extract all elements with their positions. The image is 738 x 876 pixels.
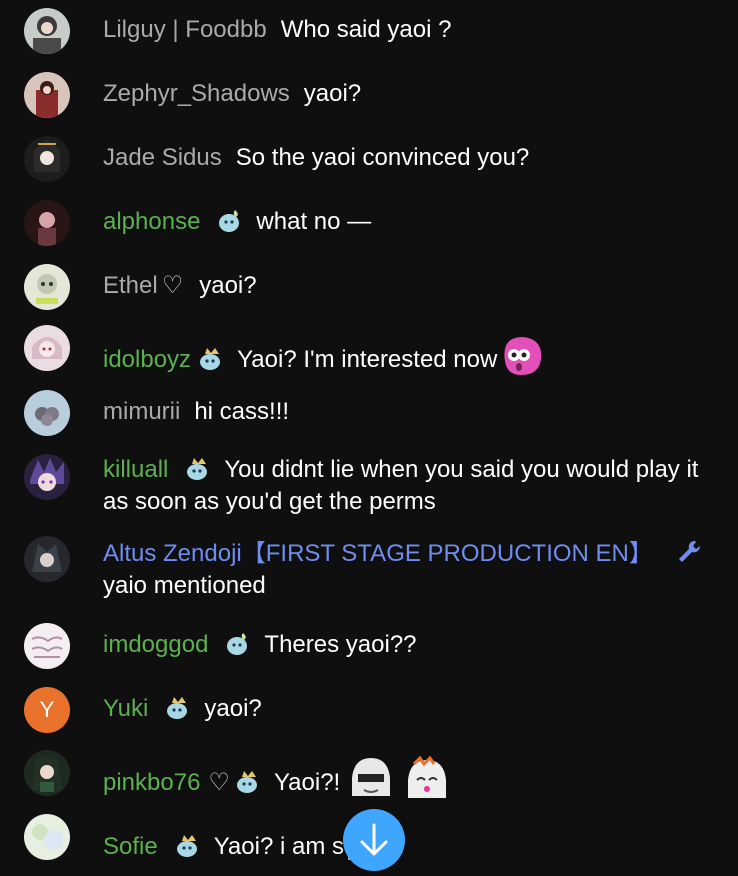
chat-message: Ethel ♡ yaoi? — [0, 264, 738, 310]
heart-icon: ♡ — [208, 769, 230, 796]
chat-list: Lilguy | Foodbb Who said yaoi ? Zephyr_Sh… — [0, 0, 738, 876]
member-badge-icon — [197, 344, 225, 372]
avatar[interactable] — [24, 325, 70, 371]
avatar-letter: Y — [39, 697, 55, 722]
message-text: yaoi? — [199, 272, 257, 299]
chat-message: mimurii hi cass!!! — [0, 390, 738, 436]
chat-message: killuall You didnt lie when you said you … — [0, 454, 738, 518]
wrench-icon — [675, 538, 703, 566]
avatar[interactable] — [24, 814, 70, 860]
chat-message: Zephyr_Shadows yaoi? — [0, 72, 738, 118]
avatar[interactable] — [24, 390, 70, 436]
author-name[interactable]: Jade Sidus — [103, 144, 222, 171]
chat-message: pinkbo76 ♡ Yaoi?! — [0, 750, 738, 798]
chat-message: alphonse what no — — [0, 200, 738, 246]
avatar[interactable] — [24, 623, 70, 669]
pink-blob-emote — [497, 331, 545, 388]
author-name[interactable]: imdoggod — [103, 631, 208, 658]
message-text: what no — — [256, 208, 372, 235]
avatar[interactable] — [24, 72, 70, 118]
chat-message: Altus Zendoji【FIRST STAGE PRODUCTION EN】… — [0, 536, 738, 606]
author-name[interactable]: killuall — [103, 456, 168, 483]
avatar[interactable] — [24, 8, 70, 54]
heart-icon: ♡ — [161, 272, 184, 299]
chat-message: idolboyz Yaoi? I'm interested now — [0, 325, 738, 375]
message-text: Yaoi? I'm interested now — [237, 346, 498, 373]
anime-face-emote — [404, 755, 450, 811]
message-text: Yaoi? i am s — [213, 833, 344, 860]
avatar[interactable] — [24, 536, 70, 582]
author-name[interactable]: Lilguy | Foodbb — [103, 16, 267, 43]
member-badge-icon — [234, 767, 262, 795]
author-name[interactable]: alphonse — [103, 208, 200, 235]
avatar[interactable] — [24, 264, 70, 310]
chat-message: imdoggod Theres yaoi?? — [0, 623, 738, 669]
author-name[interactable]: Sofie — [103, 833, 158, 860]
anime-face-emote — [348, 756, 394, 811]
avatar[interactable] — [24, 454, 70, 500]
message-text: Who said yaoi ? — [280, 16, 452, 43]
arrow-down-icon — [360, 823, 388, 856]
message-text: So the yaoi convinced you? — [235, 144, 530, 171]
member-badge-icon — [174, 831, 202, 859]
chat-message: Jade Sidus So the yaoi convinced you? — [0, 136, 738, 182]
member-badge-icon — [184, 454, 212, 482]
author-name[interactable]: Ethel — [103, 272, 158, 299]
scroll-to-bottom-button[interactable] — [343, 809, 405, 871]
author-name[interactable]: Yuki — [103, 695, 148, 722]
author-name[interactable]: pinkbo76 — [103, 769, 200, 796]
author-name[interactable]: Zephyr_Shadows — [103, 80, 290, 107]
avatar[interactable]: Y — [24, 687, 70, 733]
avatar[interactable] — [24, 200, 70, 246]
member-badge-icon — [224, 629, 252, 657]
author-name[interactable]: mimurii — [103, 398, 180, 425]
message-text: yaoi? — [204, 695, 262, 722]
message-text: Theres yaoi?? — [264, 631, 417, 658]
message-text: hi cass!!! — [194, 398, 290, 425]
author-name[interactable]: idolboyz — [103, 346, 191, 373]
member-badge-icon — [164, 693, 192, 721]
author-name[interactable]: Altus Zendoji【FIRST STAGE PRODUCTION EN】 — [103, 540, 653, 567]
chat-message: Y Yuki yaoi? — [0, 687, 738, 733]
message-text: yaoi? — [303, 80, 362, 107]
member-badge-icon — [216, 206, 244, 234]
chat-message: Lilguy | Foodbb Who said yaoi ? — [0, 8, 738, 54]
message-text: yaio mentioned — [103, 572, 266, 599]
avatar[interactable] — [24, 136, 70, 182]
message-text: Yaoi?! — [273, 769, 341, 796]
avatar[interactable] — [24, 750, 70, 796]
